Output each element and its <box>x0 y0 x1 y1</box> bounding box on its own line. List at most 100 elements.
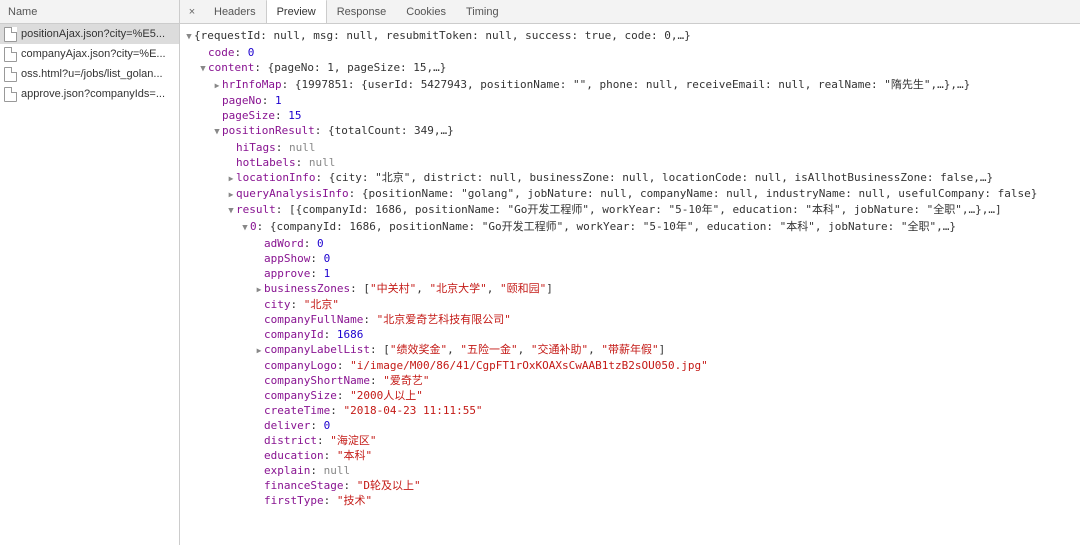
tree-row[interactable]: 0: {companyId: 1686, positionName: "Go开发… <box>184 219 1080 236</box>
close-icon[interactable]: × <box>180 0 204 23</box>
tree-row[interactable]: ▶code: 0 <box>184 45 1080 60</box>
arrow-down-icon[interactable] <box>240 219 250 236</box>
file-icon <box>4 87 17 102</box>
tree-row[interactable]: ▶companyId: 1686 <box>184 327 1080 342</box>
json-summary: {requestId: null, msg: null, resubmitTok… <box>194 29 691 42</box>
json-num: 0 <box>324 252 331 265</box>
request-item[interactable]: positionAjax.json?city=%E5... <box>0 24 179 44</box>
json-key: result <box>236 203 276 216</box>
json-punc: : <box>310 419 323 432</box>
json-punc: : <box>324 328 337 341</box>
json-punc: : <box>349 187 362 200</box>
tree-row[interactable]: ▶companyLogo: "i/image/M00/86/41/CgpFT1r… <box>184 358 1080 373</box>
json-str: "北京爱奇艺科技有限公司" <box>377 313 511 326</box>
tree-row[interactable]: {requestId: null, msg: null, resubmitTok… <box>184 28 1080 45</box>
arrow-down-icon[interactable] <box>184 28 194 45</box>
json-key: locationInfo <box>236 171 315 184</box>
json-punc: ] <box>659 343 666 356</box>
json-key: deliver <box>264 419 310 432</box>
tree-row[interactable]: ▶education: "本科" <box>184 448 1080 463</box>
preview-tree[interactable]: {requestId: null, msg: null, resubmitTok… <box>180 24 1080 545</box>
tree-row[interactable]: ▶financeStage: "D轮及以上" <box>184 478 1080 493</box>
tree-row[interactable]: ▶firstType: "技术" <box>184 493 1080 508</box>
json-punc: ] <box>546 282 553 295</box>
json-punc: : <box>262 94 275 107</box>
json-key: pageSize <box>222 109 275 122</box>
arrow-right-icon[interactable] <box>226 186 236 202</box>
json-punc: : <box>310 252 323 265</box>
json-str: "交通补助" <box>531 343 588 356</box>
json-punc: , <box>416 282 429 295</box>
tree-row[interactable]: ▶hiTags: null <box>184 140 1080 155</box>
tree-row[interactable]: ▶createTime: "2018-04-23 11:11:55" <box>184 403 1080 418</box>
tree-row[interactable]: ▶pageSize: 15 <box>184 108 1080 123</box>
request-list: positionAjax.json?city=%E5...companyAjax… <box>0 24 179 545</box>
json-str: "爱奇艺" <box>383 374 429 387</box>
json-str: "中关村" <box>370 282 416 295</box>
tree-row[interactable]: ▶companyFullName: "北京爱奇艺科技有限公司" <box>184 312 1080 327</box>
request-item[interactable]: oss.html?u=/jobs/list_golan... <box>0 64 179 84</box>
tree-row[interactable]: result: [{companyId: 1686, positionName:… <box>184 202 1080 219</box>
tree-row[interactable]: ▶companyShortName: "爱奇艺" <box>184 373 1080 388</box>
request-list-header: Name <box>0 0 179 24</box>
tab-cookies[interactable]: Cookies <box>396 0 456 23</box>
request-item[interactable]: companyAjax.json?city=%E... <box>0 44 179 64</box>
json-punc: : <box>337 389 350 402</box>
json-str: "D轮及以上" <box>357 479 421 492</box>
tree-row[interactable]: companyLabelList: ["绩效奖金", "五险一金", "交通补助… <box>184 342 1080 358</box>
tree-row[interactable]: ▶hotLabels: null <box>184 155 1080 170</box>
tree-row[interactable]: positionResult: {totalCount: 349,…} <box>184 123 1080 140</box>
arrow-down-icon[interactable] <box>212 123 222 140</box>
tab-response[interactable]: Response <box>327 0 397 23</box>
json-summary: {positionName: "golang", jobNature: null… <box>362 187 1038 200</box>
arrow-down-icon[interactable] <box>198 60 208 77</box>
json-str: "技术" <box>337 494 372 507</box>
tree-row[interactable]: ▶pageNo: 1 <box>184 93 1080 108</box>
tree-row[interactable]: content: {pageNo: 1, pageSize: 15,…} <box>184 60 1080 77</box>
json-key: content <box>208 61 254 74</box>
json-str: "五险一金" <box>460 343 517 356</box>
json-key: pageNo <box>222 94 262 107</box>
json-punc: : <box>370 374 383 387</box>
tree-row[interactable]: queryAnalysisInfo: {positionName: "golan… <box>184 186 1080 202</box>
json-summary: {companyId: 1686, positionName: "Go开发工程师… <box>270 220 956 233</box>
json-str: "本科" <box>337 449 372 462</box>
tab-timing[interactable]: Timing <box>456 0 509 23</box>
tree-row[interactable]: ▶appShow: 0 <box>184 251 1080 266</box>
tree-row[interactable]: locationInfo: {city: "北京", district: nul… <box>184 170 1080 186</box>
arrow-right-icon[interactable] <box>254 342 264 358</box>
json-punc: , <box>447 343 460 356</box>
json-key: education <box>264 449 324 462</box>
tree-row[interactable]: hrInfoMap: {1997851: {userId: 5427943, p… <box>184 77 1080 93</box>
json-null: null <box>289 141 316 154</box>
json-key: positionResult <box>222 124 315 137</box>
json-punc: : <box>337 359 350 372</box>
json-punc: : <box>343 479 356 492</box>
json-key: companyLabelList <box>264 343 370 356</box>
tree-row[interactable]: ▶companySize: "2000人以上" <box>184 388 1080 403</box>
json-punc: : <box>324 449 337 462</box>
arrow-right-icon[interactable] <box>212 77 222 93</box>
tree-row[interactable]: ▶approve: 1 <box>184 266 1080 281</box>
arrow-down-icon[interactable] <box>226 202 236 219</box>
tree-row[interactable]: ▶adWord: 0 <box>184 236 1080 251</box>
json-punc: : <box>310 267 323 280</box>
arrow-right-icon[interactable] <box>254 281 264 297</box>
tab-preview[interactable]: Preview <box>266 0 327 23</box>
tree-row[interactable]: ▶deliver: 0 <box>184 418 1080 433</box>
json-key: businessZones <box>264 282 350 295</box>
tree-row[interactable]: businessZones: ["中关村", "北京大学", "颐和园"] <box>184 281 1080 297</box>
json-num: 0 <box>317 237 324 250</box>
file-icon <box>4 27 17 42</box>
arrow-right-icon[interactable] <box>226 170 236 186</box>
tab-headers[interactable]: Headers <box>204 0 266 23</box>
json-key: companySize <box>264 389 337 402</box>
json-punc: : [ <box>350 282 370 295</box>
request-item[interactable]: approve.json?companyIds=... <box>0 84 179 104</box>
json-key: adWord <box>264 237 304 250</box>
tree-row[interactable]: ▶district: "海淀区" <box>184 433 1080 448</box>
request-list-panel: Name positionAjax.json?city=%E5...compan… <box>0 0 180 545</box>
tree-row[interactable]: ▶explain: null <box>184 463 1080 478</box>
tree-row[interactable]: ▶city: "北京" <box>184 297 1080 312</box>
json-key: companyShortName <box>264 374 370 387</box>
